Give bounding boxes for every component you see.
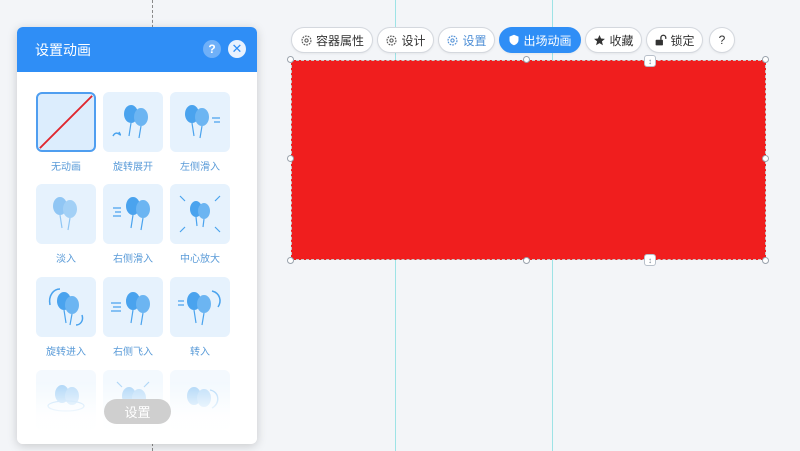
height-drag-handle[interactable]: ↕ bbox=[644, 55, 656, 67]
resize-handle[interactable] bbox=[762, 257, 769, 264]
gear-icon bbox=[446, 34, 459, 47]
panel-header: 设置动画 ? ✕ bbox=[17, 27, 257, 72]
animation-option-slide-right[interactable]: 右侧滑入 bbox=[102, 184, 164, 265]
resize-handle[interactable] bbox=[287, 56, 294, 63]
container-props-button[interactable]: 容器属性 bbox=[291, 27, 373, 53]
animation-option-none[interactable]: 无动画 bbox=[35, 92, 97, 173]
animation-option-rotate-in[interactable]: 旋转进入 bbox=[35, 277, 97, 358]
animation-option-turn-in[interactable]: 转入 bbox=[169, 277, 231, 358]
question-icon: ? bbox=[718, 33, 726, 47]
selected-block[interactable] bbox=[291, 60, 766, 260]
balloon-icon bbox=[170, 277, 230, 337]
no-animation-icon bbox=[36, 92, 96, 152]
animation-option-rotate-expand[interactable]: 旋转展开 bbox=[102, 92, 164, 173]
balloon-icon bbox=[103, 277, 163, 337]
animation-option-zoom-center[interactable]: 中心放大 bbox=[169, 184, 231, 265]
lock-button[interactable]: 锁定 bbox=[646, 27, 703, 53]
help-icon[interactable]: ? bbox=[203, 40, 221, 58]
resize-handle[interactable] bbox=[287, 257, 294, 264]
close-icon[interactable]: ✕ bbox=[228, 40, 246, 58]
balloon-icon bbox=[103, 92, 163, 152]
balloon-icon bbox=[170, 92, 230, 152]
balloon-icon bbox=[103, 184, 163, 244]
apply-animation-button[interactable]: 设置 bbox=[104, 399, 171, 424]
resize-handle[interactable] bbox=[762, 155, 769, 162]
balloon-icon bbox=[36, 277, 96, 337]
help-button[interactable]: ? bbox=[709, 27, 735, 53]
animation-option-fade-in[interactable]: 淡入 bbox=[35, 184, 97, 265]
resize-handle[interactable] bbox=[523, 56, 530, 63]
resize-handle[interactable] bbox=[523, 257, 530, 264]
animation-panel: 设置动画 ? ✕ 无动画 旋转展开 左侧滑入 淡入 右侧滑入 中心放大 旋转进入… bbox=[17, 27, 257, 444]
animation-option-fly-right[interactable]: 右侧飞入 bbox=[102, 277, 164, 358]
gear-icon bbox=[300, 34, 313, 47]
favorite-button[interactable]: 收藏 bbox=[585, 27, 642, 53]
resize-handle[interactable] bbox=[287, 155, 294, 162]
panel-title: 设置动画 bbox=[35, 41, 91, 58]
resize-handle[interactable] bbox=[762, 56, 769, 63]
design-button[interactable]: 设计 bbox=[377, 27, 434, 53]
exit-animation-button[interactable]: 出场动画 bbox=[499, 27, 581, 53]
balloon-icon bbox=[36, 184, 96, 244]
shield-icon bbox=[508, 34, 520, 46]
settings-button[interactable]: 设置 bbox=[438, 27, 495, 53]
star-icon bbox=[593, 34, 606, 47]
height-drag-handle[interactable]: ↕ bbox=[644, 254, 656, 266]
gear-icon bbox=[385, 34, 398, 47]
balloon-icon bbox=[170, 184, 230, 244]
unlock-icon bbox=[654, 34, 667, 47]
animation-option-slide-left[interactable]: 左侧滑入 bbox=[169, 92, 231, 173]
